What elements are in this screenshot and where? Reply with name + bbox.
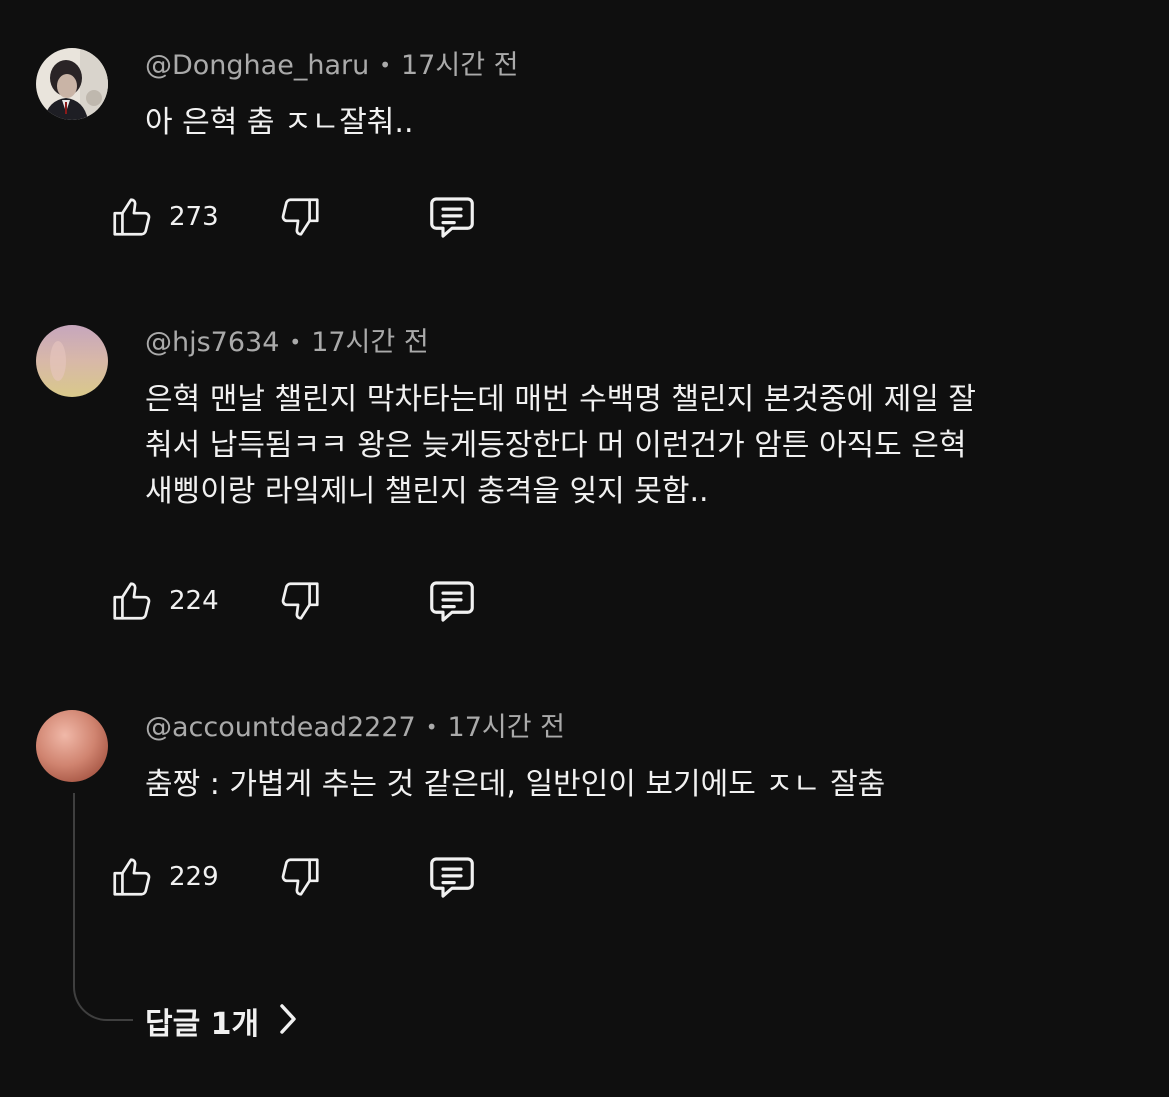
meta-separator: • xyxy=(425,715,438,739)
thread-connector-line xyxy=(73,793,133,1021)
comment-time[interactable]: 17시간 전 xyxy=(448,712,565,743)
dislike-button[interactable] xyxy=(277,847,323,907)
comment-time[interactable]: 17시간 전 xyxy=(311,327,428,358)
comment-icon xyxy=(425,574,479,628)
author-name[interactable]: @hjs7634 xyxy=(145,327,279,358)
author-name[interactable]: @Donghae_haru xyxy=(145,50,369,81)
dislike-button[interactable] xyxy=(277,187,323,247)
comment-text: 춤짱 : 가볍게 추는 것 같은데, 일반인이 보기에도 ㅈㄴ 잘춤 xyxy=(145,767,886,802)
author-name[interactable]: @accountdead2227 xyxy=(145,712,416,743)
comment-text: 아 은혁 춤 ㅈㄴ잘춰.. xyxy=(145,105,414,140)
comment-actions: 273 xyxy=(109,187,529,247)
like-count: 229 xyxy=(169,862,219,892)
meta-separator: • xyxy=(289,330,302,354)
thumbs-down-icon xyxy=(277,854,323,900)
comment-meta: @Donghae_haru • 17시간 전 xyxy=(145,48,1146,82)
comment-body: @accountdead2227 • 17시간 전 춤짱 : 가볍게 추는 것 같은… xyxy=(145,710,1146,808)
comment-meta: @hjs7634 • 17시간 전 xyxy=(145,325,1146,359)
like-button[interactable]: 273 xyxy=(109,187,219,247)
reply-button[interactable] xyxy=(425,847,479,907)
replies-count-label: 답글 1개 xyxy=(145,1007,260,1042)
comment-icon xyxy=(425,850,479,904)
like-count: 273 xyxy=(169,202,219,232)
comment-body: @hjs7634 • 17시간 전 은혁 맨날 챌린지 막차타는데 매번 수백명 챌… xyxy=(145,325,1146,515)
view-replies-button[interactable]: 답글 1개 xyxy=(145,997,299,1045)
avatar[interactable] xyxy=(36,48,108,120)
meta-separator: • xyxy=(379,53,391,77)
like-button[interactable]: 224 xyxy=(109,571,219,631)
reply-button[interactable] xyxy=(425,187,479,247)
thumbs-up-icon xyxy=(109,578,155,624)
chevron-right-icon xyxy=(259,1002,299,1040)
thumbs-up-icon xyxy=(109,194,155,240)
comment-text: 은혁 맨날 챌린지 막차타는데 매번 수백명 챌린지 본것중에 제일 잘 춰서 … xyxy=(145,382,977,509)
like-count: 224 xyxy=(169,586,219,616)
comment-actions: 224 xyxy=(109,571,529,631)
comment-body: @Donghae_haru • 17시간 전 아 은혁 춤 ㅈㄴ잘춰.. xyxy=(145,48,1146,146)
comment-meta: @accountdead2227 • 17시간 전 xyxy=(145,710,1146,744)
comment-actions: 229 xyxy=(109,847,529,907)
comment-icon xyxy=(425,190,479,244)
avatar[interactable] xyxy=(36,710,108,782)
dislike-button[interactable] xyxy=(277,571,323,631)
comments-section: @Donghae_haru • 17시간 전 아 은혁 춤 ㅈㄴ잘춰.. 273 xyxy=(0,0,1169,1097)
comment-time[interactable]: 17시간 전 xyxy=(401,50,518,81)
thumbs-down-icon xyxy=(277,578,323,624)
reply-button[interactable] xyxy=(425,571,479,631)
thumbs-down-icon xyxy=(277,194,323,240)
avatar[interactable] xyxy=(36,325,108,397)
